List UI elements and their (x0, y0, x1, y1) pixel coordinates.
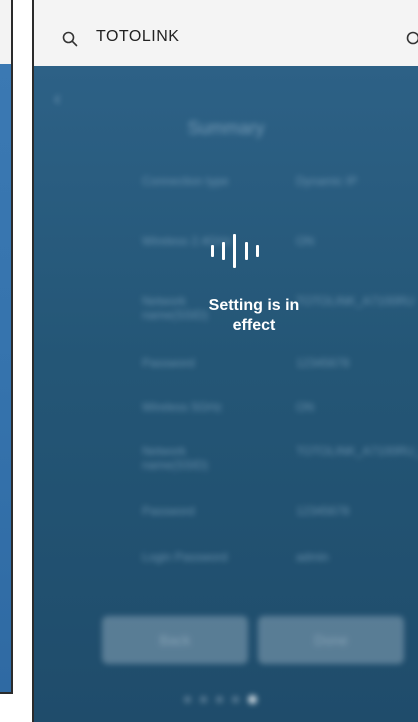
audio-wave-loading-icon (211, 234, 275, 268)
search-icon[interactable] (406, 31, 418, 47)
adjacent-screen-header (0, 0, 11, 64)
search-icon[interactable] (62, 31, 78, 47)
screenshot-root: TOTOLINK ‹ Summary Connection type Dynam… (0, 0, 418, 722)
status-line: Setting is in (208, 297, 300, 314)
search-bar[interactable]: TOTOLINK (34, 0, 418, 66)
status-line: effect (232, 317, 276, 334)
loading-overlay: Setting is in effect (34, 66, 418, 722)
adjacent-screen-panel (0, 0, 13, 694)
search-query-text[interactable]: TOTOLINK (96, 28, 179, 46)
adjacent-screen-body (0, 64, 11, 692)
status-text: Setting is in effect (154, 296, 354, 336)
phone-screen: TOTOLINK ‹ Summary Connection type Dynam… (32, 0, 418, 722)
app-body: ‹ Summary Connection type Dynamic IP Wir… (34, 66, 418, 722)
